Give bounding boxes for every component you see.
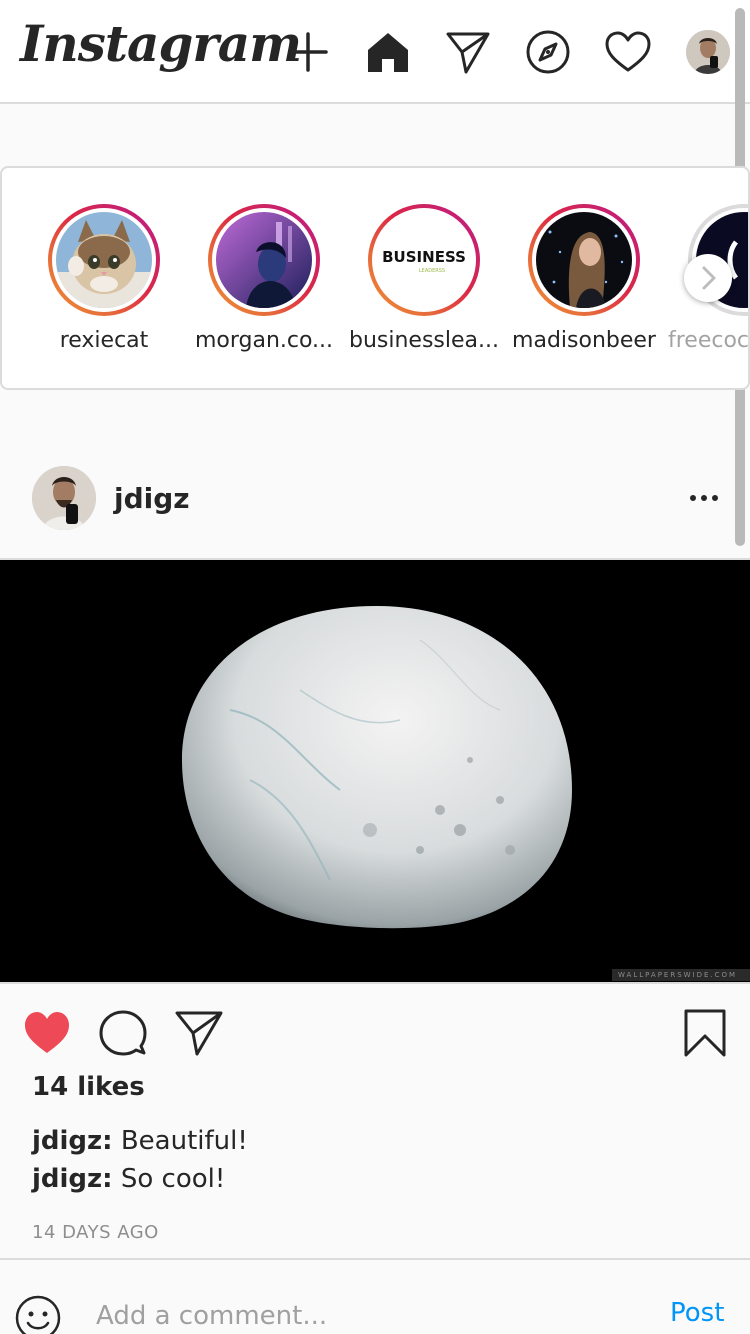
heart-icon[interactable] (604, 28, 652, 76)
home-icon[interactable] (364, 28, 412, 76)
story-avatar-business-logo: BUSINESS LEADERSS (376, 212, 472, 308)
comment-bubble-icon (99, 1010, 147, 1056)
post-timestamp: 14 DAYS AGO (32, 1222, 159, 1243)
save-button[interactable] (680, 1008, 730, 1058)
post-header: jdigz (0, 444, 750, 560)
stories-next-button[interactable] (684, 254, 732, 302)
post-comment-button[interactable]: Post (670, 1298, 724, 1328)
comment-row: jdigz: Beautiful! (32, 1126, 248, 1156)
comment-text: Beautiful! (112, 1126, 248, 1156)
story-avatar-madison (536, 212, 632, 308)
stories-tray: rexiecat morgan.co... BUSINESS LEADERSS … (0, 166, 750, 390)
direct-send-icon (175, 1011, 223, 1056)
comment-input[interactable] (96, 1296, 636, 1334)
chevron-right-icon (702, 266, 716, 290)
story-item[interactable]: madisonbeer (508, 204, 658, 364)
post-actions-bar (0, 982, 750, 1074)
story-avatar-cat (56, 212, 152, 308)
post-author-avatar[interactable] (32, 466, 96, 530)
heart-filled-icon (25, 1012, 69, 1053)
svg-text:BUSINESS: BUSINESS (382, 248, 466, 266)
story-item[interactable]: rexiecat (28, 204, 178, 364)
top-nav-bar: Instagram (0, 0, 750, 104)
instagram-logo[interactable]: Instagram (20, 14, 302, 73)
story-item[interactable]: morgan.co... (188, 204, 338, 364)
like-button[interactable] (22, 1008, 72, 1058)
add-comment-bar: Post (0, 1258, 750, 1334)
comment-text: So cool! (112, 1164, 226, 1194)
story-username: madisonbeer (512, 328, 656, 353)
comment-row: jdigz: So cool! (32, 1164, 225, 1194)
profile-avatar[interactable] (686, 30, 730, 74)
bookmark-icon (684, 1009, 726, 1057)
more-options-icon[interactable] (684, 484, 724, 512)
image-watermark: WALLPAPERSWIDE.COM (612, 969, 750, 981)
direct-send-icon[interactable] (444, 28, 492, 76)
post-author-username[interactable]: jdigz (114, 482, 190, 515)
story-username: businesslea... (349, 328, 499, 353)
plus-icon[interactable] (284, 28, 332, 76)
story-username: morgan.co... (194, 328, 334, 353)
story-item[interactable]: BUSINESS LEADERSS businesslea... (348, 204, 499, 364)
story-username: rexiecat (59, 328, 149, 353)
post-photo[interactable]: WALLPAPERSWIDE.COM (0, 560, 750, 982)
emoji-icon[interactable] (14, 1294, 62, 1334)
comment-button[interactable] (98, 1008, 148, 1058)
share-button[interactable] (174, 1008, 224, 1058)
comment-username[interactable]: jdigz: (32, 1164, 113, 1194)
comment-username[interactable]: jdigz: (32, 1126, 113, 1156)
like-count[interactable]: 14 likes (32, 1072, 145, 1102)
explore-compass-icon[interactable] (524, 28, 572, 76)
story-avatar-morgan (216, 212, 312, 308)
story-username: freecoc (668, 328, 750, 353)
svg-text:LEADERSS: LEADERSS (419, 268, 445, 274)
